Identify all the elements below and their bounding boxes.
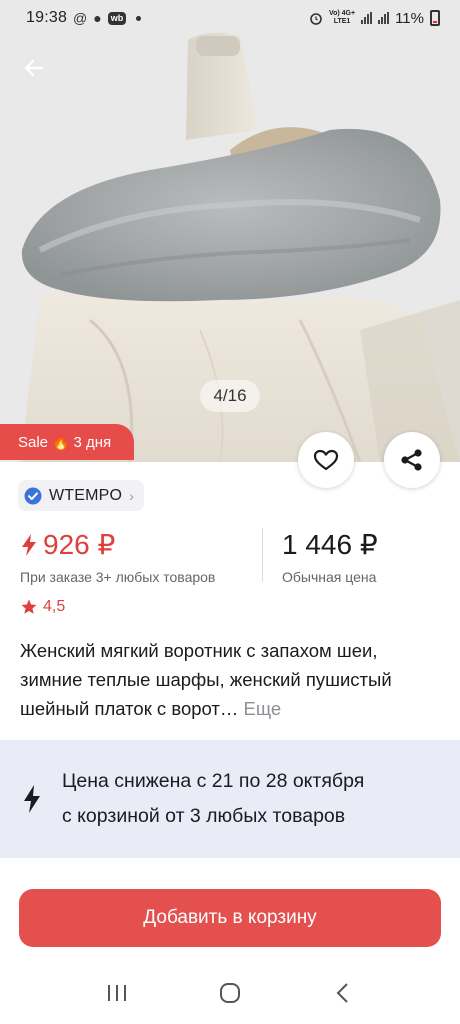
verified-check-icon: [24, 487, 42, 504]
lightning-icon: [22, 533, 36, 556]
favorite-button[interactable]: [298, 432, 354, 488]
promo-line-2: с корзиной от 3 любых товаров: [62, 805, 346, 827]
flame-icon: 🔥: [52, 433, 70, 450]
sale-badge-duration: 3 дня: [73, 433, 112, 451]
price-divider: [262, 528, 263, 582]
share-button[interactable]: [384, 432, 440, 488]
rating-value: 4,5: [43, 598, 66, 615]
sale-price: 926 ₽: [43, 529, 116, 560]
promo-line-1: Цена снижена с 21 по 28 октября: [62, 770, 365, 792]
chat-bubble-icon: ●: [93, 10, 102, 26]
add-to-cart-button[interactable]: Добавить в корзину: [19, 889, 441, 947]
regular-price-caption: Обычная цена: [282, 569, 377, 585]
product-title-text: Женский мягкий воротник с запахом шеи, з…: [20, 640, 392, 719]
brand-name: WTEMPO: [49, 486, 123, 504]
recent-apps-icon: [107, 985, 126, 1001]
signal-strength-2-icon: [378, 12, 390, 24]
star-icon: [21, 599, 37, 614]
product-title[interactable]: Женский мягкий воротник с запахом шеи, з…: [20, 636, 436, 723]
battery-percent: 11%: [395, 9, 424, 27]
sale-badge-label: Sale: [18, 433, 49, 451]
sale-price-caption: При заказе 3+ любых товаров: [20, 569, 216, 585]
recent-apps-button[interactable]: [97, 973, 137, 1013]
signal-strength-icon: [361, 12, 373, 24]
home-button[interactable]: [210, 973, 250, 1013]
more-notifications-icon: [136, 15, 142, 21]
system-navigation-bar: [0, 962, 460, 1024]
wb-app-icon: wb: [107, 11, 127, 25]
arrow-left-icon: [24, 59, 44, 77]
promo-text: Цена снижена с 21 по 28 октября с корзин…: [62, 764, 364, 834]
lightning-icon: [24, 785, 40, 813]
image-counter: 4/16: [200, 380, 260, 412]
home-icon: [219, 983, 240, 1003]
price-block: 926 ₽ При заказе 3+ любых товаров 1 446 …: [20, 528, 440, 585]
status-bar: 19:38 @ ● wb Vo) 4G+ LTE1 11%: [0, 0, 460, 36]
heart-icon: [313, 449, 339, 471]
chevron-left-icon: [336, 983, 349, 1003]
battery-icon: [430, 10, 440, 26]
sale-price-block: 926 ₽ При заказе 3+ любых товаров: [20, 528, 215, 585]
network-type-indicator: Vo) 4G+ LTE1: [328, 10, 356, 25]
brand-link[interactable]: WTEMPO ›: [18, 480, 144, 511]
sale-badge: Sale 🔥 3 дня: [0, 424, 134, 460]
chevron-right-icon: ›: [129, 487, 134, 504]
promo-banner: Цена снижена с 21 по 28 октября с корзин…: [0, 740, 460, 858]
rating[interactable]: 4,5: [20, 598, 65, 616]
system-back-button[interactable]: [323, 973, 363, 1013]
alarm-icon: [310, 13, 322, 25]
regular-price-block: 1 446 ₽ Обычная цена: [282, 528, 378, 585]
back-button[interactable]: [16, 50, 52, 86]
at-sign-icon: @: [73, 10, 88, 26]
more-link[interactable]: Еще: [244, 698, 282, 719]
regular-price: 1 446 ₽: [282, 529, 378, 560]
share-icon: [401, 449, 422, 471]
status-time: 19:38: [26, 9, 68, 26]
